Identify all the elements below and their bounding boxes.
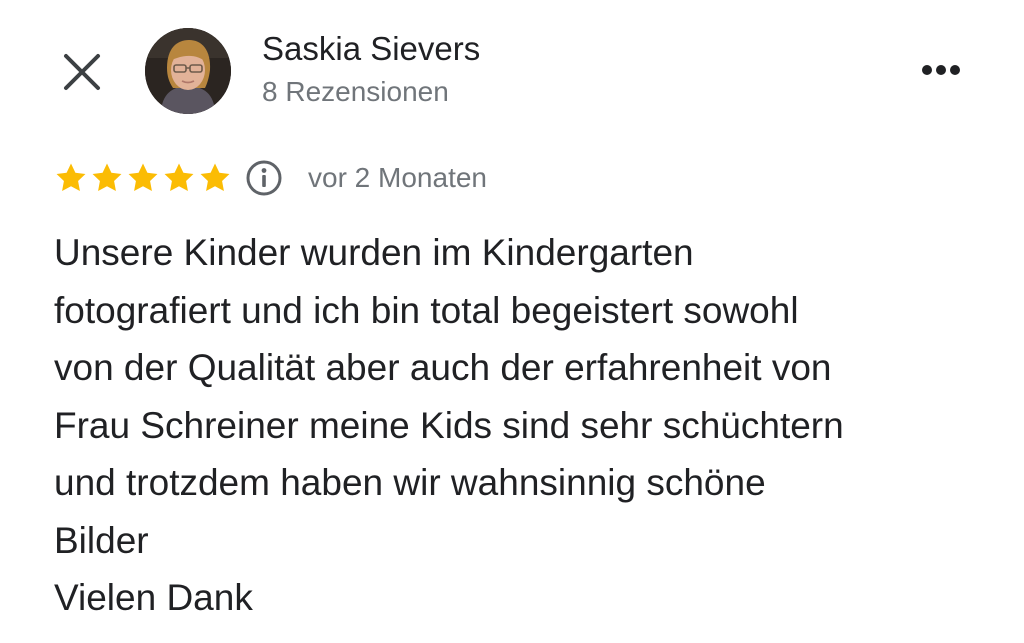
review-line: Vielen Dank [54,577,253,618]
review-line: Unsere Kinder wurden im Kindergarten [54,232,694,273]
review-line: Bilder [54,519,149,561]
info-button[interactable] [244,158,284,198]
star-icon [128,163,158,192]
star-icon [164,163,194,192]
author-name[interactable]: Saskia Sievers [262,30,480,68]
star-icon [200,163,230,192]
review-line: Frau Schreiner meine Kids sind sehr schü… [54,404,844,446]
review-card: Saskia Sievers 8 Rezensionen vor 2 Monat… [0,0,1024,643]
close-button[interactable] [58,48,106,96]
star-rating [54,161,234,195]
author-avatar[interactable] [145,28,231,114]
info-icon [246,160,282,196]
review-date: vor 2 Monaten [308,162,487,193]
author-review-count: 8 Rezensionen [262,76,449,107]
rating-row: vor 2 Monaten [54,156,487,200]
avatar-photo [145,28,231,114]
more-options-button[interactable] [912,50,970,90]
review-line: und trotzdem haben wir wahnsinnig schöne [54,462,766,503]
more-options-icon [922,65,960,75]
close-icon [64,54,100,90]
star-icon [92,163,122,192]
review-text: Unsere Kinder wurden im Kindergarten foto… [54,224,994,627]
review-line: fotografiert und ich bin total begeister… [54,289,799,331]
review-line: von der Qualität aber auch der erfahrenh… [54,347,832,388]
star-icon [56,163,86,192]
